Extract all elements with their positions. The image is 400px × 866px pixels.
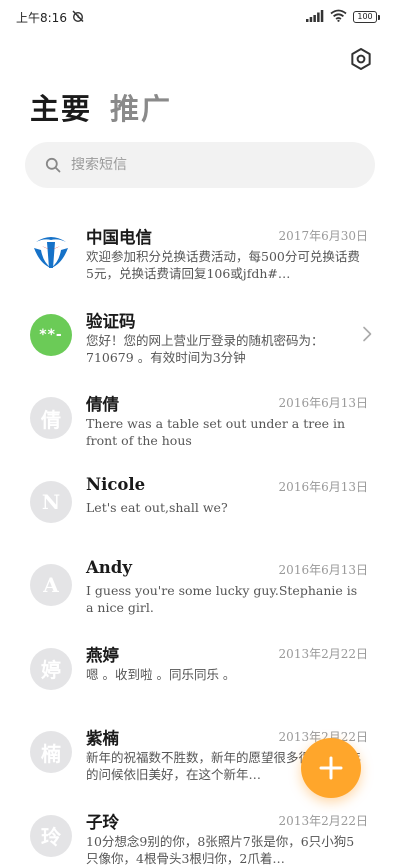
status-bar: 上午8:16 100: [0, 0, 400, 34]
conversation-name: 中国电信: [86, 228, 152, 247]
conversation-name: Nicole: [86, 474, 146, 494]
conversation-date: 2013年2月22日: [278, 646, 368, 661]
tab-promotions[interactable]: 推广: [110, 86, 172, 128]
settings-icon: [351, 48, 371, 70]
status-right: 100: [306, 9, 380, 25]
tab-bar: 主要 推广: [30, 86, 172, 128]
conversation-preview: 嗯 。收到啦 。同乐同乐 。: [86, 666, 236, 682]
avatar: A: [30, 564, 72, 606]
search-bar[interactable]: [25, 142, 375, 188]
conversation-preview: 您好！您的网上营业厅登录的随机密码为：710679 。有效时间为3分钟: [86, 332, 324, 365]
conversation-name: 验证码: [86, 311, 136, 331]
china-telecom-logo-icon: [30, 230, 72, 272]
avatar: 楠: [30, 731, 72, 773]
alarm-off-icon: [71, 9, 85, 26]
verification-avatar: **-: [30, 313, 72, 356]
settings-button[interactable]: [346, 44, 376, 74]
avatar: 玲: [30, 814, 72, 857]
signal-icon: [306, 9, 324, 25]
conversation-preview: 10分想念9别的你，8张照片7张是你，6只小狗5只像你，4根骨头3根归你，2爪着…: [86, 833, 355, 866]
conversation-date: 2016年6月13日: [278, 479, 368, 494]
conversation-name: 倩倩: [86, 395, 119, 414]
conversation-item[interactable]: 倩 倩倩 2016年6月13日 There was a table set ou…: [0, 377, 400, 461]
wifi-icon: [330, 9, 347, 25]
conversation-date: 2017年6月30日: [278, 229, 368, 243]
chevron-right-icon[interactable]: [362, 326, 372, 346]
avatar: 婷: [30, 647, 72, 690]
avatar: 倩: [30, 397, 72, 439]
status-time: 上午8:16: [16, 10, 67, 25]
search-input[interactable]: [71, 157, 331, 173]
conversation-item[interactable]: 中国电信 2017年6月30日 欢迎参加积分兑换话费活动，每500分可兑换话费5…: [0, 210, 400, 294]
battery-icon: 100: [353, 11, 380, 23]
conversation-name: 子玲: [86, 812, 119, 832]
status-left: 上午8:16: [16, 9, 85, 26]
conversation-preview: I guess you're some lucky guy.Stephanie …: [86, 583, 358, 615]
conversation-item[interactable]: 婷 燕婷 2013年2月22日 嗯 。收到啦 。同乐同乐 。: [0, 628, 400, 712]
conversation-name: 紫楠: [86, 729, 119, 748]
conversation-item[interactable]: **- 验证码 您好！您的网上营业厅登录的随机密码为：710679 。有效时间为…: [0, 294, 400, 378]
battery-level: 100: [353, 11, 377, 23]
conversation-date: 2016年6月13日: [278, 396, 368, 410]
search-icon: [45, 157, 61, 173]
conversation-date: 2013年2月22日: [278, 813, 368, 828]
plus-icon: [319, 756, 343, 780]
tab-primary[interactable]: 主要: [30, 86, 92, 128]
conversation-name: Andy: [86, 558, 132, 577]
conversation-item[interactable]: A Andy 2016年6月13日 I guess you're some lu…: [0, 544, 400, 628]
conversation-preview: 欢迎参加积分兑换话费活动，每500分可兑换话费5元，兑换话费请回复106或jfd…: [86, 249, 360, 281]
conversation-preview: There was a table set out under a tree i…: [86, 416, 346, 448]
conversation-preview: Let's eat out,shall we?: [86, 499, 228, 515]
conversation-date: 2016年6月13日: [278, 563, 368, 577]
conversation-name: 燕婷: [86, 645, 119, 665]
conversation-item[interactable]: N Nicole 2016年6月13日 Let's eat out,shall …: [0, 461, 400, 545]
compose-button[interactable]: [301, 738, 361, 798]
avatar: N: [30, 480, 72, 523]
conversation-item[interactable]: 玲 子玲 2013年2月22日 10分想念9别的你，8张照片7张是你，6只小狗5…: [0, 795, 400, 866]
